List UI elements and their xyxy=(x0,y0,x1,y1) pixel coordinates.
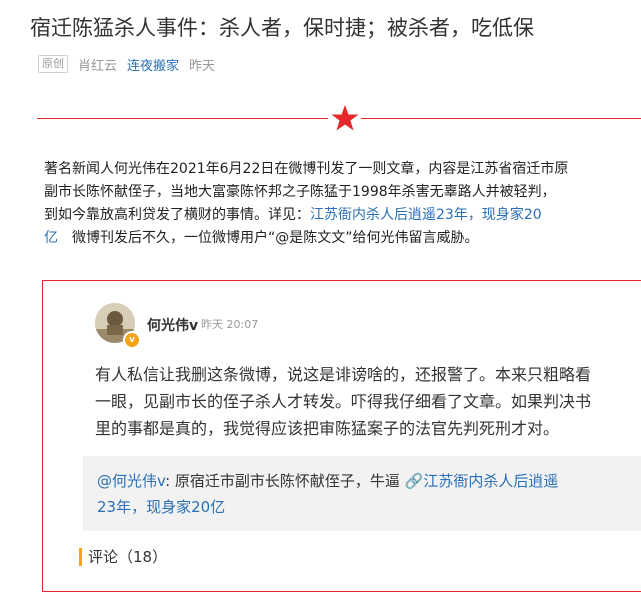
author-name[interactable]: 肖红云 xyxy=(78,55,117,74)
repost-article-link[interactable]: 🔗江苏衙内杀人后逍遥 xyxy=(405,472,559,490)
body-line: 亿 微博刊发后不久，一位微博用户“@是陈文文”给何光伟留言威胁。 xyxy=(44,227,641,250)
verified-icon: v xyxy=(123,331,141,349)
repost-line: @何光伟v: 原宿迁市副市长陈怀献侄子，牛逼 🔗江苏衙内杀人后逍遥 xyxy=(97,468,629,494)
repost-text: : 原宿迁市副市长陈怀献侄子，牛逼 xyxy=(165,472,405,490)
body-line: 著名新闻人何光伟在2021年6月22日在微博刊发了一则文章，内容是江苏省宿迁市原 xyxy=(44,161,569,177)
star-icon xyxy=(331,105,359,131)
original-badge: 原创 xyxy=(38,55,68,73)
repost-box[interactable]: @何光伟v: 原宿迁市副市长陈怀献侄子，牛逼 🔗江苏衙内杀人后逍遥 23年，现身… xyxy=(83,456,641,531)
divider-left xyxy=(37,118,328,119)
weibo-post-text: 有人私信让我删这条微博，说这是诽谤啥的，还报警了。本来只粗略看 一眼，见副市长的… xyxy=(95,361,641,442)
repost-article-link[interactable]: 23年，现身家20亿 xyxy=(97,494,629,520)
comments-header[interactable]: 评论（18） xyxy=(79,548,167,566)
weibo-username[interactable]: 何光伟v xyxy=(147,315,198,335)
article-link[interactable]: 亿 xyxy=(44,230,58,246)
body-line: 到如今靠放高利贷发了横财的事情。详见：江苏衙内杀人后逍遥23年，现身家20 xyxy=(44,204,641,227)
article-meta: 原创 肖红云 连夜搬家 昨天 xyxy=(38,55,216,74)
source-link[interactable]: 连夜搬家 xyxy=(127,55,179,74)
article-body: 著名新闻人何光伟在2021年6月22日在微博刊发了一则文章，内容是江苏省宿迁市原… xyxy=(44,158,641,250)
body-text: 到如今靠放高利贷发了横财的事情。详见： xyxy=(44,207,310,223)
body-text: 微博刊发后不久，一位微博用户“@是陈文文”给何光伟留言威胁。 xyxy=(58,230,479,246)
weibo-time: 昨天 20:07 xyxy=(201,318,259,331)
body-line: 副市长陈怀献侄子，当地大富豪陈怀邦之子陈猛于1998年杀害无辜路人并被轻判， xyxy=(44,184,556,200)
weibo-screenshot-card: v 何光伟v 昨天 20:07 有人私信让我删这条微博，说这是诽谤啥的，还报警了… xyxy=(42,280,641,592)
post-line: 里的事都是真的，我觉得应该把审陈猛案子的法官先判死刑才对。 xyxy=(95,419,560,438)
publish-time: 昨天 xyxy=(189,58,216,74)
mention-link[interactable]: @何光伟v xyxy=(97,472,165,490)
article-link[interactable]: 江苏衙内杀人后逍遥23年，现身家20 xyxy=(310,207,542,223)
post-line: 有人私信让我删这条微博，说这是诽谤啥的，还报警了。本来只粗略看 xyxy=(95,365,592,384)
article-title: 宿迁陈猛杀人事件：杀人者，保时捷；被杀者，吃低保 xyxy=(30,16,534,40)
divider-right xyxy=(361,118,641,119)
post-line: 一眼，见副市长的侄子杀人才转发。吓得我仔细看了文章。如果判决书 xyxy=(95,392,592,411)
